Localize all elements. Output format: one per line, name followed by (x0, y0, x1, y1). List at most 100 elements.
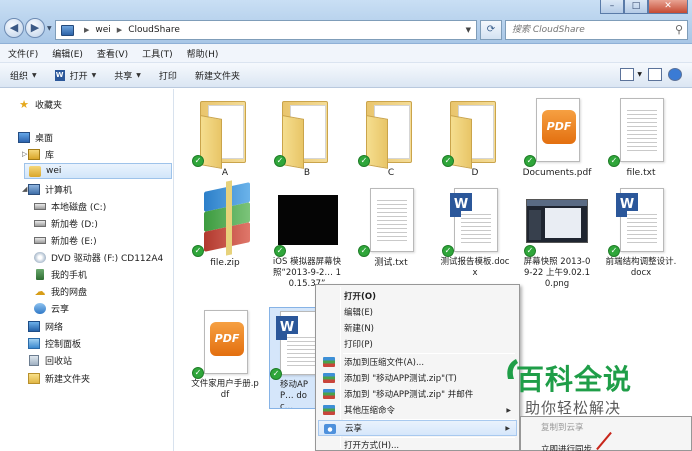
nav-new-folder[interactable]: 新建文件夹 (28, 370, 90, 386)
nav-my-netdisk[interactable]: ☁ 我的网盘 (34, 283, 88, 299)
print-button[interactable]: 打印 (159, 69, 177, 82)
recent-pages-dropdown[interactable]: ▼ (47, 25, 52, 32)
file-name: D (471, 168, 479, 178)
file-item[interactable]: W ✓ 前端结构调整设计.docx (605, 185, 677, 279)
nav-drive-c[interactable]: 本地磁盘 (C:) (34, 198, 106, 214)
nav-computer[interactable]: 计算机 (28, 181, 72, 197)
file-name: 屏幕快照 2013-09-22 上午9.02.10.png (523, 257, 591, 289)
nav-label: 新加卷 (D:) (51, 219, 98, 230)
file-item[interactable]: ✓ file.txt (605, 95, 677, 179)
submenu-sync-now[interactable]: 立即进行同步 (541, 443, 592, 451)
collapse-arrow-icon[interactable]: ◢ (22, 185, 27, 193)
menu-tools[interactable]: 工具(T) (142, 47, 173, 60)
file-item-selected[interactable]: W ✓ 移动APP… doc… (269, 307, 319, 409)
close-button[interactable]: ✕ (648, 0, 688, 14)
cloud-share-icon (34, 302, 46, 314)
new-folder-button[interactable]: 新建文件夹 (195, 69, 240, 82)
menu-edit[interactable]: 编辑(E) (52, 47, 83, 60)
hard-drive-icon (34, 219, 46, 227)
back-button[interactable]: ◀ (4, 18, 24, 38)
file-item[interactable]: ✓ D (439, 95, 511, 179)
preview-pane-icon[interactable] (648, 68, 662, 81)
folder-icon: ✓ (442, 95, 508, 169)
menu-item-yunxiang[interactable]: 云享 ▶ (318, 420, 517, 436)
menu-item-new[interactable]: 新建(N) (318, 320, 517, 336)
nav-my-phone[interactable]: 我的手机 (34, 266, 87, 282)
control-panel-icon (28, 337, 40, 349)
sync-check-icon: ✓ (192, 245, 204, 257)
breadcrumb-folder[interactable]: CloudShare (128, 25, 180, 35)
nav-drive-d[interactable]: 新加卷 (D:) (34, 215, 98, 231)
search-icon[interactable]: ⚲ (675, 23, 683, 36)
nav-favorites[interactable]: ★ 收藏夹 (18, 96, 62, 112)
chevron-down-icon[interactable]: ▼ (466, 26, 471, 34)
menu-item-label: 打开方式(H)... (344, 441, 400, 451)
pdf-file-icon: PDF ✓ (524, 95, 590, 167)
share-button[interactable]: 共享 ▼ (114, 69, 141, 82)
menu-bar: 文件(F) 编辑(E) 查看(V) 工具(T) 帮助(H) (0, 44, 692, 63)
file-item[interactable]: ✓ file.zip (189, 180, 261, 269)
menu-item-open[interactable]: 打开(O) (318, 288, 517, 304)
file-item[interactable]: ✓ C (355, 95, 427, 179)
chevron-down-icon: ▼ (32, 71, 37, 79)
file-item[interactable]: ✓ 屏幕快照 2013-09-22 上午9.02.10.png (521, 185, 593, 290)
nav-recycle-bin[interactable]: 回收站 (28, 352, 72, 368)
address-bar[interactable]: ▶ wei ▶ CloudShare ▼ (55, 20, 477, 40)
file-item[interactable]: ✓ iOS 模拟器屏幕快照“2013-9-2… 10.15.37” (271, 185, 343, 290)
nav-label: 库 (45, 150, 55, 161)
menu-item-add-to-archive[interactable]: 添加到压缩文件(A)... (318, 354, 517, 370)
file-name: 测试.txt (374, 258, 408, 268)
organize-button[interactable]: 组织 ▼ (10, 69, 37, 82)
file-name: A (221, 168, 229, 178)
sync-check-icon: ✓ (270, 368, 282, 380)
search-input[interactable] (506, 21, 666, 38)
watermark: 百科全说 助你轻松解决 (502, 343, 666, 428)
file-item[interactable]: ✓ B (271, 95, 343, 179)
chevron-right-icon: ▶ (84, 26, 90, 34)
folder-icon: ✓ (274, 95, 340, 169)
minimize-button[interactable]: – (600, 0, 624, 14)
file-item[interactable]: PDF ✓ 文件家用户手册.pdf (189, 307, 261, 401)
open-button[interactable]: W 打开 ▼ (54, 69, 96, 82)
menu-view[interactable]: 查看(V) (97, 47, 128, 60)
nav-label: 云享 (51, 304, 70, 315)
menu-item-edit[interactable]: 编辑(E) (318, 304, 517, 320)
change-view-icon[interactable] (620, 68, 635, 81)
menu-item-zip-and-email[interactable]: 添加到 "移动APP测试.zip" 并邮件 (318, 386, 517, 402)
menu-item-add-to-zip[interactable]: 添加到 "移动APP测试.zip"(T) (318, 370, 517, 386)
menu-item-label: 添加到 "移动APP测试.zip"(T) (344, 374, 457, 384)
menu-help[interactable]: 帮助(H) (187, 47, 219, 60)
network-icon (28, 320, 40, 332)
nav-drive-e[interactable]: 新加卷 (E:) (34, 232, 97, 248)
sync-check-icon: ✓ (274, 155, 286, 167)
file-name: B (303, 168, 311, 178)
menu-file[interactable]: 文件(F) (8, 47, 38, 60)
nav-yunxiang[interactable]: 云享 (34, 300, 69, 316)
nav-network[interactable]: 网络 (28, 318, 63, 334)
nav-desktop[interactable]: 桌面 (18, 129, 53, 145)
file-item[interactable]: ✓ A (189, 95, 261, 179)
nav-label: 我的网盘 (51, 287, 88, 298)
forward-button[interactable]: ▶ (25, 18, 45, 38)
nav-control-panel[interactable]: 控制面板 (28, 335, 81, 351)
refresh-button[interactable]: ⟳ (480, 20, 502, 40)
file-item[interactable]: W ✓ 测试报告模板.docx (439, 185, 511, 279)
file-name: file.zip (210, 258, 240, 268)
nav-dvd[interactable]: DVD 驱动器 (F:) CD112A4 (34, 249, 163, 265)
menu-item-open-with[interactable]: 打开方式(H)... (318, 437, 517, 451)
chevron-down-icon[interactable]: ▼ (637, 71, 642, 78)
menu-item-print[interactable]: 打印(P) (318, 336, 517, 352)
expand-arrow-icon[interactable]: ▷ (22, 150, 27, 158)
help-icon[interactable] (668, 68, 682, 81)
file-item[interactable]: PDF ✓ Documents.pdf (521, 95, 593, 179)
file-item[interactable]: ✓ 测试.txt (355, 185, 427, 269)
command-bar: 组织 ▼ W 打开 ▼ 共享 ▼ 打印 新建文件夹 ▼ (0, 63, 692, 88)
maximize-button[interactable]: □ (624, 0, 648, 14)
nav-user[interactable]: wei (24, 163, 172, 179)
nav-library[interactable]: 库 (28, 146, 54, 162)
user-folder-icon (29, 165, 41, 177)
breadcrumb-user[interactable]: wei (95, 25, 110, 35)
hard-drive-icon (34, 202, 46, 210)
menu-item-other-compress[interactable]: 其他压缩命令 ▶ (318, 402, 517, 418)
search-box[interactable]: ⚲ (505, 20, 688, 40)
